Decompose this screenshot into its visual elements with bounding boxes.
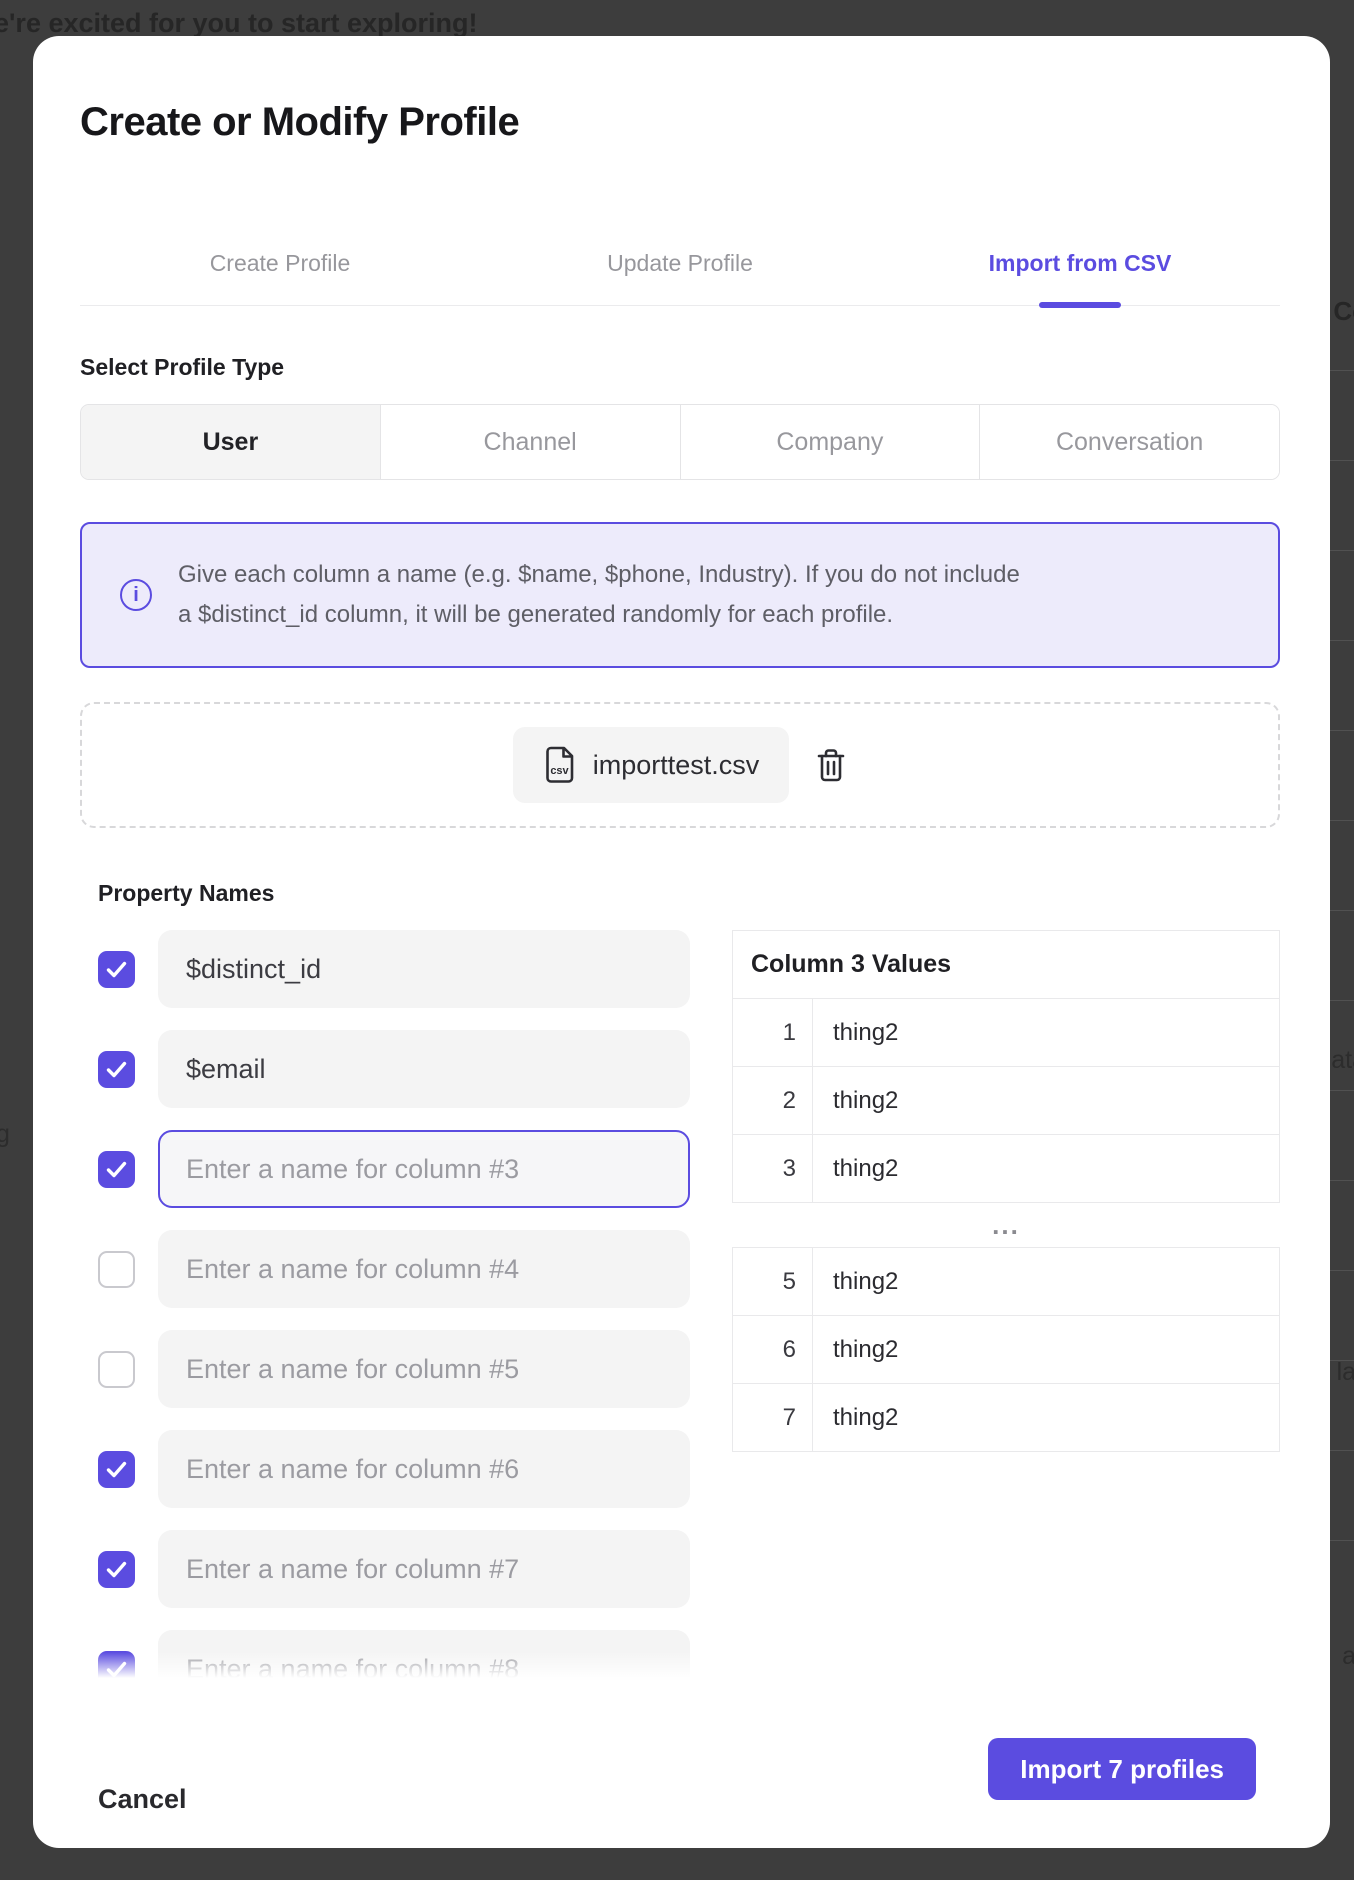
column-7-name-input[interactable] (158, 1530, 690, 1608)
table-row: 5 thing2 (733, 1248, 1280, 1316)
select-profile-type-label: Select Profile Type (80, 354, 284, 381)
csv-upload-dropzone[interactable]: csv importtest.csv (80, 702, 1280, 828)
table-row: 6 thing2 (733, 1316, 1280, 1384)
cancel-button[interactable]: Cancel (98, 1784, 187, 1815)
tab-import-from-csv[interactable]: Import from CSV (880, 222, 1280, 305)
column-values-panel: Column 3 Values 1 thing2 2 thing2 3 thin… (732, 930, 1280, 1452)
column-4-checkbox[interactable] (98, 1251, 135, 1288)
dialog-tabs: Create Profile Update Profile Import fro… (80, 222, 1280, 306)
dimmed-background-fragment: a (1342, 1642, 1354, 1671)
column-values-table-bottom: 5 thing2 6 thing2 7 thing2 (732, 1247, 1280, 1452)
column-2-name-input[interactable] (158, 1030, 690, 1108)
tab-label: Create Profile (210, 250, 351, 277)
dimmed-background-text: e're excited for you to start exploring! (0, 8, 478, 39)
column-6-checkbox[interactable] (98, 1451, 135, 1488)
tab-label: Update Profile (607, 250, 753, 277)
property-row (80, 1630, 690, 1678)
profile-type-channel[interactable]: Channel (380, 405, 680, 479)
info-icon: i (120, 579, 152, 611)
table-row: 2 thing2 (733, 1067, 1280, 1135)
column-1-checkbox[interactable] (98, 951, 135, 988)
row-value: thing2 (813, 1248, 1280, 1316)
tab-create-profile[interactable]: Create Profile (80, 222, 480, 305)
property-names-list (80, 930, 690, 1678)
uploaded-file-name: importtest.csv (593, 750, 760, 781)
dimmed-background-fragment: g (0, 1120, 10, 1149)
create-or-modify-profile-dialog: Create or Modify Profile Create Profile … (33, 36, 1330, 1848)
info-banner: i Give each column a name (e.g. $name, $… (80, 522, 1280, 668)
dimmed-background-table-lines (1328, 370, 1354, 1630)
rows-ellipsis: ... (732, 1203, 1280, 1247)
column-values-header: Column 3 Values (733, 931, 1280, 999)
property-row (80, 1330, 690, 1408)
row-index: 3 (733, 1135, 813, 1203)
row-index: 1 (733, 999, 813, 1067)
column-2-checkbox[interactable] (98, 1051, 135, 1088)
table-row: 7 thing2 (733, 1384, 1280, 1452)
row-index: 5 (733, 1248, 813, 1316)
check-icon (106, 1661, 127, 1678)
row-value: thing2 (813, 1384, 1280, 1452)
row-value: thing2 (813, 999, 1280, 1067)
dimmed-background-fragment: Co (1333, 296, 1354, 327)
column-3-checkbox[interactable] (98, 1151, 135, 1188)
trash-icon (815, 747, 847, 783)
property-names-label: Property Names (98, 880, 274, 907)
column-8-name-input[interactable] (158, 1630, 690, 1678)
check-icon (106, 1461, 127, 1478)
remove-file-button[interactable] (815, 747, 847, 783)
column-values-table-top: Column 3 Values 1 thing2 2 thing2 3 thin… (732, 930, 1280, 1203)
column-8-checkbox[interactable] (98, 1651, 135, 1679)
property-row (80, 1230, 690, 1308)
property-row (80, 1130, 690, 1208)
info-banner-text: Give each column a name (e.g. $name, $ph… (178, 555, 1023, 635)
profile-type-company[interactable]: Company (680, 405, 980, 479)
table-row: 1 thing2 (733, 999, 1280, 1067)
column-7-checkbox[interactable] (98, 1551, 135, 1588)
column-3-name-input[interactable] (158, 1130, 690, 1208)
property-row (80, 1030, 690, 1108)
row-index: 6 (733, 1316, 813, 1384)
table-row: 3 thing2 (733, 1135, 1280, 1203)
check-icon (106, 1061, 127, 1078)
check-icon (106, 961, 127, 978)
row-value: thing2 (813, 1316, 1280, 1384)
csv-file-icon: csv (543, 745, 577, 785)
check-icon (106, 1161, 127, 1178)
import-profiles-button[interactable]: Import 7 profiles (988, 1738, 1256, 1800)
tab-active-underline (1039, 302, 1121, 308)
column-1-name-input[interactable] (158, 930, 690, 1008)
table-header-row: Column 3 Values (733, 931, 1280, 999)
property-row (80, 1530, 690, 1608)
column-5-checkbox[interactable] (98, 1351, 135, 1388)
row-value: thing2 (813, 1067, 1280, 1135)
uploaded-file-chip[interactable]: csv importtest.csv (513, 727, 790, 803)
profile-type-conversation[interactable]: Conversation (979, 405, 1279, 479)
row-value: thing2 (813, 1135, 1280, 1203)
check-icon (106, 1561, 127, 1578)
column-4-name-input[interactable] (158, 1230, 690, 1308)
row-index: 2 (733, 1067, 813, 1135)
profile-type-user[interactable]: User (81, 405, 380, 479)
row-index: 7 (733, 1384, 813, 1452)
property-row (80, 1430, 690, 1508)
property-row (80, 930, 690, 1008)
tab-update-profile[interactable]: Update Profile (480, 222, 880, 305)
dialog-title: Create or Modify Profile (80, 100, 519, 145)
column-5-name-input[interactable] (158, 1330, 690, 1408)
column-6-name-input[interactable] (158, 1430, 690, 1508)
svg-text:csv: csv (550, 765, 569, 777)
profile-type-segmented-control: User Channel Company Conversation (80, 404, 1280, 480)
tab-label: Import from CSV (989, 250, 1172, 277)
